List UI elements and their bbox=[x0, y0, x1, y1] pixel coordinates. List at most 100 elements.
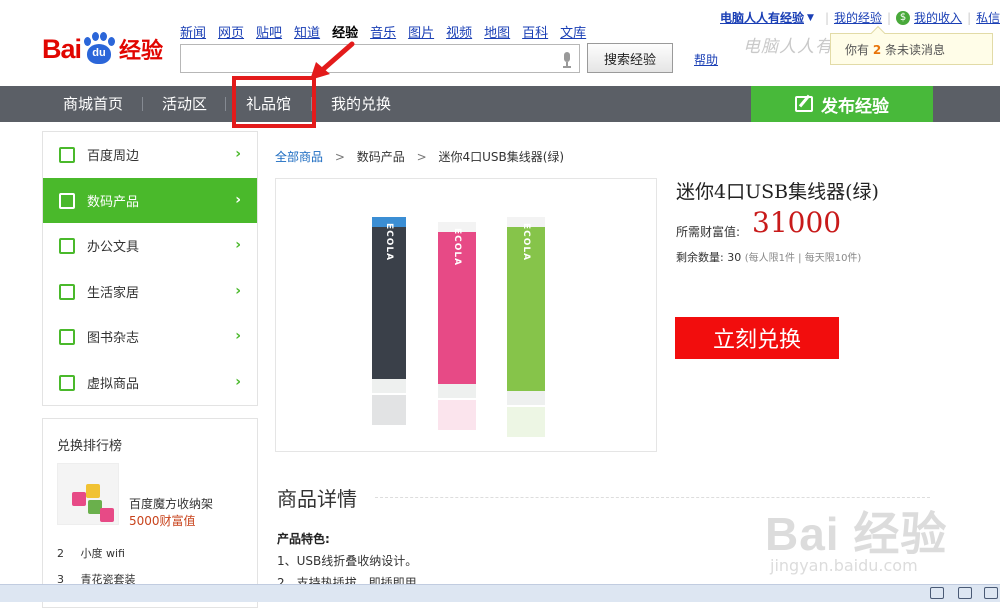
top-nav-tieba[interactable]: 贴吧 bbox=[256, 22, 282, 41]
divider: | bbox=[824, 10, 829, 25]
brand-mark: ECOLA bbox=[521, 222, 531, 262]
usb-stick-black: ECOLA bbox=[372, 217, 406, 393]
chevron-down-icon[interactable]: ▼ bbox=[807, 13, 814, 23]
nav-activity[interactable]: 活动区 bbox=[162, 86, 207, 122]
category-label: 虚拟商品 bbox=[87, 377, 140, 392]
price-label: 所需财富值: bbox=[676, 225, 741, 239]
ranking-top-image[interactable] bbox=[57, 463, 119, 525]
publish-label: 发布经验 bbox=[821, 96, 889, 117]
breadcrumb-separator: > bbox=[334, 150, 345, 164]
tray-icon[interactable] bbox=[984, 587, 998, 599]
browser-status-bar bbox=[0, 584, 1000, 602]
usb-stick-pink: ECOLA bbox=[438, 222, 476, 398]
usb-icon bbox=[59, 192, 75, 209]
top-nav-baike[interactable]: 百科 bbox=[522, 22, 548, 41]
details-title: 商品详情 bbox=[277, 487, 357, 511]
coin-icon: $ bbox=[896, 10, 911, 25]
ranking-panel: 兑换排行榜 百度魔方收纳架 5000财富值 2 小度 wifi 3 青花瓷套装 bbox=[42, 418, 258, 608]
top-nav-wangye[interactable]: 网页 bbox=[218, 22, 244, 41]
watermark-url: jingyan.baidu.com bbox=[770, 556, 918, 575]
my-income-link[interactable]: 我的收入 bbox=[914, 9, 962, 26]
rank-number: 2 bbox=[57, 547, 64, 560]
top-nav-xinwen[interactable]: 新闻 bbox=[180, 22, 206, 41]
highlight-box bbox=[232, 76, 316, 128]
scissors-icon bbox=[59, 328, 75, 345]
usb-stick-green: ECOLA bbox=[507, 217, 545, 405]
breadcrumb-all[interactable]: 全部商品 bbox=[275, 150, 323, 164]
microphone-icon[interactable] bbox=[562, 52, 572, 68]
tip-suffix: 条未读消息 bbox=[885, 43, 946, 57]
product-price: 31000 bbox=[752, 206, 842, 239]
divider: | bbox=[967, 10, 972, 25]
stock-count: 30 bbox=[727, 251, 742, 264]
category-list: 百度周边 › 数码产品 › 办公文具 › 生活家居 › 图书杂志 › 虚拟商品 … bbox=[42, 131, 258, 406]
category-books[interactable]: 图书杂志 › bbox=[43, 314, 257, 359]
ranking-top-price: 5000财富值 bbox=[129, 514, 196, 528]
category-label: 办公文具 bbox=[87, 240, 140, 255]
ranking-top-name[interactable]: 百度魔方收纳架 bbox=[129, 495, 213, 512]
watermark-main: Bai 经验 bbox=[765, 508, 948, 560]
search-button[interactable]: 搜索经验 bbox=[587, 43, 673, 73]
chevron-right-icon: › bbox=[235, 283, 241, 299]
category-digital[interactable]: 数码产品 › bbox=[43, 178, 257, 223]
top-nav-zhidao[interactable]: 知道 bbox=[294, 22, 320, 41]
search-input[interactable] bbox=[180, 44, 580, 73]
feature-heading: 产品特色: bbox=[277, 532, 330, 546]
chevron-right-icon: › bbox=[235, 328, 241, 344]
chevron-right-icon: › bbox=[235, 237, 241, 253]
book-open-icon bbox=[59, 283, 75, 300]
unread-count: 2 bbox=[872, 43, 882, 57]
publish-button[interactable]: 发布经验 bbox=[751, 86, 933, 122]
top-nav-shipin[interactable]: 视频 bbox=[446, 22, 472, 41]
top-nav-yinyue[interactable]: 音乐 bbox=[370, 22, 396, 41]
laptop-icon bbox=[59, 374, 75, 391]
chevron-right-icon: › bbox=[235, 192, 241, 208]
category-home[interactable]: 生活家居 › bbox=[43, 269, 257, 314]
top-nav: 新闻 网页 贴吧 知道 经验 音乐 图片 视频 地图 百科 文库 bbox=[180, 22, 586, 41]
logo-jingyan: 经验 bbox=[119, 39, 164, 64]
nav-my-exchange[interactable]: 我的兑换 bbox=[331, 86, 391, 122]
product-title: 迷你4口USB集线器(绿) bbox=[676, 181, 879, 203]
ranking-title: 兑换排行榜 bbox=[57, 439, 123, 454]
feature-line: 1、USB线折叠收纳设计。 bbox=[277, 554, 418, 568]
network-icon[interactable] bbox=[958, 587, 972, 599]
top-nav-wenku[interactable]: 文库 bbox=[560, 22, 586, 41]
category-label: 生活家居 bbox=[87, 286, 140, 301]
logo-bai: Bai bbox=[42, 33, 82, 64]
unread-message-tip[interactable]: 你有 2 条未读消息 bbox=[830, 25, 993, 65]
stock-info: 剩余数量: 30 (每人限1件 | 每天限10件) bbox=[676, 249, 861, 265]
top-nav-tupian[interactable]: 图片 bbox=[408, 22, 434, 41]
breadcrumb-category[interactable]: 数码产品 bbox=[357, 150, 405, 164]
handwriting-signature: 电脑人人有 bbox=[743, 37, 833, 57]
category-label: 数码产品 bbox=[87, 195, 140, 210]
category-baidu-merch[interactable]: 百度周边 › bbox=[43, 132, 257, 177]
my-jingyan-link[interactable]: 我的经验 bbox=[834, 9, 882, 26]
category-label: 图书杂志 bbox=[87, 331, 140, 346]
product-image: ECOLA ECOLA ECOLA bbox=[275, 178, 657, 452]
tip-prefix: 你有 bbox=[845, 43, 870, 57]
nav-mall-home[interactable]: 商城首页 bbox=[63, 86, 123, 122]
paw-icon: du bbox=[82, 32, 116, 66]
private-message-link[interactable]: 私信(0) bbox=[976, 9, 1000, 26]
breadcrumb-current: 迷你4口USB集线器(绿) bbox=[438, 150, 565, 164]
category-virtual[interactable]: 虚拟商品 › bbox=[43, 360, 257, 405]
help-link[interactable]: 帮助 bbox=[694, 51, 718, 68]
breadcrumb: 全部商品 > 数码产品 > 迷你4口USB集线器(绿) bbox=[275, 148, 564, 165]
top-nav-ditu[interactable]: 地图 bbox=[484, 22, 510, 41]
divider bbox=[142, 97, 143, 111]
speaker-icon[interactable] bbox=[930, 587, 944, 599]
category-office[interactable]: 办公文具 › bbox=[43, 223, 257, 268]
brand-mark: ECOLA bbox=[384, 222, 394, 262]
top-nav-jingyan[interactable]: 经验 bbox=[332, 22, 358, 41]
edit-icon bbox=[795, 96, 813, 112]
divider bbox=[225, 97, 226, 111]
chevron-right-icon: › bbox=[235, 374, 241, 390]
box-icon bbox=[59, 146, 75, 163]
ranking-row[interactable]: 2 小度 wifi bbox=[57, 545, 125, 561]
header: Bai du 经验 新闻 网页 贴吧 知道 经验 音乐 图片 视频 地图 百科 … bbox=[0, 0, 1000, 86]
logo-du: du bbox=[92, 47, 106, 59]
baidu-jingyan-logo[interactable]: Bai du 经验 bbox=[42, 26, 163, 72]
username-link[interactable]: 电脑人人有经验 bbox=[720, 9, 804, 26]
redeem-button[interactable]: 立刻兑换 bbox=[675, 317, 839, 359]
baidu-jingyan-watermark: Bai 经验 jingyan.baidu.com bbox=[765, 498, 948, 575]
